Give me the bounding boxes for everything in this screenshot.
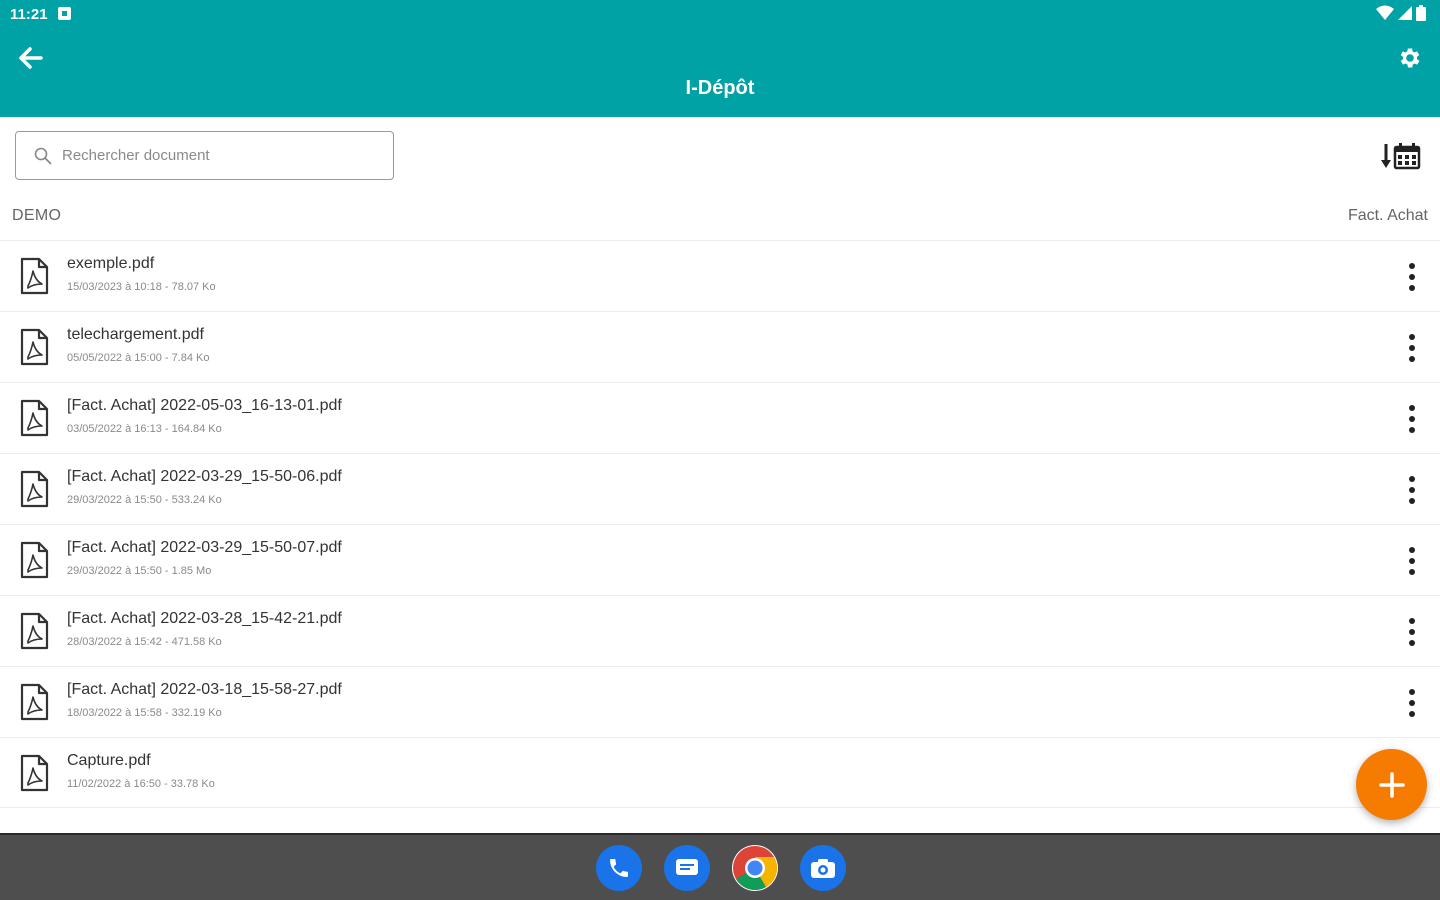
back-button[interactable] <box>14 42 46 74</box>
more-vertical-icon-dot <box>1409 285 1415 291</box>
section-label-category: Fact. Achat <box>1347 207 1428 224</box>
screen: 11:21 I-Dépôt Rechercher document DEMO F… <box>0 0 1440 900</box>
camera-app-button[interactable] <box>800 845 846 891</box>
add-document-button[interactable] <box>1356 749 1427 820</box>
file-meta: 18/03/2022 à 15:58 - 332.19 Ko <box>67 707 222 719</box>
file-meta: 28/03/2022 à 15:42 - 471.58 Ko <box>67 636 222 648</box>
more-vertical-icon-dot <box>1409 618 1415 624</box>
settings-button[interactable] <box>1394 42 1426 74</box>
more-vertical-icon-dot <box>1409 345 1415 351</box>
messages-icon <box>676 859 698 875</box>
arrow-left-icon <box>19 47 43 69</box>
gear-icon <box>1400 48 1420 68</box>
more-options-button[interactable] <box>1398 543 1426 579</box>
more-options-button[interactable] <box>1398 330 1426 366</box>
pdf-file-icon <box>19 257 49 295</box>
pdf-file-icon <box>19 612 49 650</box>
more-vertical-icon-dot <box>1409 689 1415 695</box>
status-icons <box>1376 5 1426 21</box>
file-name: [Fact. Achat] 2022-03-28_15-42-21.pdf <box>67 610 342 627</box>
app-bar: 11:21 I-Dépôt <box>0 0 1440 117</box>
file-name: [Fact. Achat] 2022-05-03_16-13-01.pdf <box>67 397 342 414</box>
file-row[interactable]: [Fact. Achat] 2022-03-29_15-50-06.pdf 29/… <box>0 453 1440 524</box>
search-field[interactable] <box>15 131 394 180</box>
camera-icon <box>811 859 835 878</box>
file-name: [Fact. Achat] 2022-03-29_15-50-07.pdf <box>67 539 342 556</box>
more-vertical-icon-dot <box>1409 334 1415 340</box>
chrome-app-button[interactable] <box>732 845 778 891</box>
search-icon <box>34 147 52 164</box>
wifi-icon <box>1376 5 1394 20</box>
phone-app-button[interactable] <box>596 845 642 891</box>
file-name: exemple.pdf <box>67 255 155 272</box>
file-name: Capture.pdf <box>67 752 151 769</box>
more-vertical-icon-dot <box>1409 558 1415 564</box>
page-title: I-Dépôt <box>685 77 755 99</box>
more-options-button[interactable] <box>1398 401 1426 437</box>
pdf-file-icon <box>19 541 49 579</box>
file-row[interactable]: Capture.pdf 11/02/2022 à 16:50 - 33.78 Ko <box>0 737 1440 808</box>
plus-icon <box>1378 771 1405 798</box>
battery-icon <box>1416 5 1426 21</box>
more-vertical-icon-dot <box>1409 498 1415 504</box>
file-row[interactable]: telechargement.pdf 05/05/2022 à 15:00 - 7… <box>0 311 1440 382</box>
more-vertical-icon-dot <box>1409 547 1415 553</box>
more-vertical-icon-dot <box>1409 700 1415 706</box>
file-meta: 11/02/2022 à 16:50 - 33.78 Ko <box>67 778 215 790</box>
pdf-file-icon <box>19 328 49 366</box>
system-navigation-bar <box>0 833 1440 900</box>
more-vertical-icon-dot <box>1409 487 1415 493</box>
more-vertical-icon-dot <box>1409 476 1415 482</box>
file-meta: 29/03/2022 à 15:50 - 1.85 Mo <box>67 565 212 577</box>
pdf-file-icon <box>19 754 49 792</box>
pdf-file-icon <box>19 399 49 437</box>
pdf-file-icon <box>19 470 49 508</box>
file-meta: 05/05/2022 à 15:00 - 7.84 Ko <box>67 352 210 364</box>
status-time: 11:21 <box>10 6 48 23</box>
section-label-company: DEMO <box>12 207 62 224</box>
more-vertical-icon-dot <box>1409 711 1415 717</box>
file-row[interactable]: exemple.pdf 15/03/2023 à 10:18 - 78.07 Ko <box>0 240 1440 311</box>
more-options-button[interactable] <box>1398 259 1426 295</box>
file-name: telechargement.pdf <box>67 326 204 343</box>
more-vertical-icon-dot <box>1409 356 1415 362</box>
file-name: [Fact. Achat] 2022-03-18_15-58-27.pdf <box>67 681 342 698</box>
more-vertical-icon-dot <box>1409 405 1415 411</box>
more-vertical-icon-dot <box>1409 274 1415 280</box>
signal-icon <box>1398 6 1412 20</box>
more-options-button[interactable] <box>1398 685 1426 721</box>
more-vertical-icon-dot <box>1409 427 1415 433</box>
messages-app-button[interactable] <box>664 845 710 891</box>
pdf-file-icon <box>19 683 49 721</box>
file-list: exemple.pdf 15/03/2023 à 10:18 - 78.07 Ko… <box>0 240 1440 808</box>
file-meta: 03/05/2022 à 16:13 - 164.84 Ko <box>67 423 222 435</box>
file-row[interactable]: [Fact. Achat] 2022-03-29_15-50-07.pdf 29/… <box>0 524 1440 595</box>
phone-icon <box>610 859 628 877</box>
more-vertical-icon-dot <box>1409 416 1415 422</box>
more-vertical-icon-dot <box>1409 629 1415 635</box>
file-row[interactable]: [Fact. Achat] 2022-03-18_15-58-27.pdf 18/… <box>0 666 1440 737</box>
file-row[interactable]: [Fact. Achat] 2022-03-28_15-42-21.pdf 28/… <box>0 595 1440 666</box>
chrome-icon <box>733 846 777 890</box>
sort-by-date-icon <box>1381 143 1421 170</box>
notification-icon <box>58 7 71 20</box>
more-options-button[interactable] <box>1398 472 1426 508</box>
search-input[interactable] <box>62 147 382 164</box>
more-vertical-icon-dot <box>1409 640 1415 646</box>
app-dock <box>596 845 846 891</box>
file-name: [Fact. Achat] 2022-03-29_15-50-06.pdf <box>67 468 342 485</box>
file-meta: 15/03/2023 à 10:18 - 78.07 Ko <box>67 281 216 293</box>
file-meta: 29/03/2022 à 15:50 - 533.24 Ko <box>67 494 222 506</box>
file-row[interactable]: [Fact. Achat] 2022-05-03_16-13-01.pdf 03/… <box>0 382 1440 453</box>
sort-by-date-button[interactable] <box>1378 138 1424 174</box>
more-vertical-icon-dot <box>1409 263 1415 269</box>
more-options-button[interactable] <box>1398 614 1426 650</box>
more-vertical-icon-dot <box>1409 569 1415 575</box>
